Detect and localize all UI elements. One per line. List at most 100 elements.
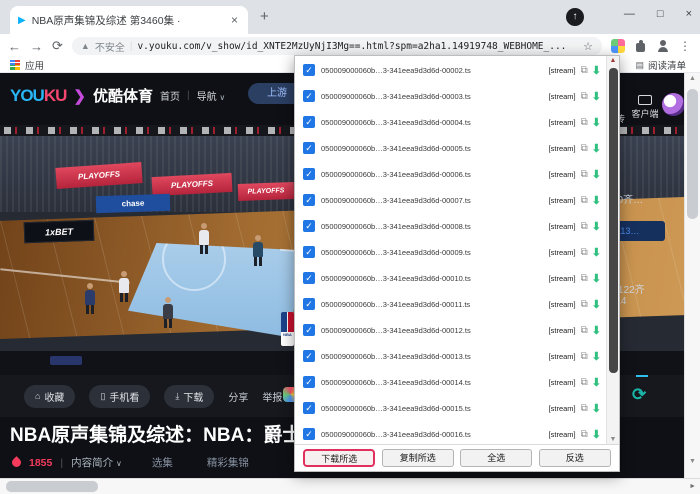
popup-scrollbar[interactable]: ▲ ▼ — [606, 56, 619, 444]
checkbox-checked[interactable]: ✓ — [303, 194, 315, 206]
file-list-row[interactable]: ✓ 050009000060b…3-341eea9d3d6d-00013.ts … — [295, 343, 606, 369]
popup-scroll-thumb[interactable] — [609, 68, 618, 373]
download-arrow-icon[interactable]: ⬇ — [592, 350, 601, 363]
download-button[interactable]: ⤓ 下载 — [164, 385, 214, 408]
copy-icon[interactable]: ⧉ — [581, 65, 588, 76]
copy-icon[interactable]: ⧉ — [581, 325, 588, 336]
m3u8-extension-icon[interactable] — [611, 39, 625, 53]
popup-scroll-up-icon[interactable]: ▲ — [607, 57, 619, 64]
reload-button[interactable]: ⟳ — [52, 38, 63, 54]
checkbox-checked[interactable]: ✓ — [303, 168, 315, 180]
profile-icon[interactable] — [656, 39, 670, 53]
menu-dots-icon[interactable]: ⋮ — [679, 39, 692, 53]
security-label[interactable]: 不安全 — [95, 39, 125, 54]
copy-icon[interactable]: ⧉ — [581, 91, 588, 102]
checkbox-checked[interactable]: ✓ — [303, 116, 315, 128]
back-button[interactable]: ← — [8, 39, 21, 54]
file-list-row[interactable]: ✓ 050009000060b…3-341eea9d3d6d-00009.ts … — [295, 239, 606, 265]
forward-button[interactable]: → — [30, 39, 43, 54]
checkbox-checked[interactable]: ✓ — [303, 324, 315, 336]
copy-icon[interactable]: ⧉ — [581, 273, 588, 284]
download-arrow-icon[interactable]: ⬇ — [592, 142, 601, 155]
file-list-row[interactable]: ✓ 050009000060b…3-341eea9d3d6d-00008.ts … — [295, 213, 606, 239]
copy-icon[interactable]: ⧉ — [581, 169, 588, 180]
download-arrow-icon[interactable]: ⬇ — [592, 402, 601, 415]
site-brand[interactable]: 优酷体育 — [93, 85, 153, 106]
watch-on-phone-button[interactable]: ▯ 手机看 — [89, 385, 150, 408]
horizontal-scrollbar[interactable]: ► — [0, 478, 700, 494]
checkbox-checked[interactable]: ✓ — [303, 350, 315, 362]
file-list-row[interactable]: ✓ 050009000060b…3-341eea9d3d6d-00016.ts … — [295, 421, 606, 444]
checkbox-checked[interactable]: ✓ — [303, 220, 315, 232]
tab-episodes[interactable]: 选集 — [152, 455, 173, 470]
file-list-row[interactable]: ✓ 050009000060b…3-341eea9d3d6d-00006.ts … — [295, 161, 606, 187]
copy-icon[interactable]: ⧉ — [581, 429, 588, 440]
download-arrow-icon[interactable]: ⬇ — [592, 428, 601, 441]
file-list-row[interactable]: ✓ 050009000060b…3-341eea9d3d6d-00005.ts … — [295, 135, 606, 161]
file-list-row[interactable]: ✓ 050009000060b…3-341eea9d3d6d-00004.ts … — [295, 109, 606, 135]
intro-toggle[interactable]: 内容简介 ∨ — [71, 455, 122, 470]
refresh-widget-icon[interactable]: ⟳ — [632, 385, 646, 405]
tab-close-icon[interactable]: × — [229, 13, 240, 27]
report-link[interactable]: 举报 — [262, 389, 282, 404]
download-arrow-icon[interactable]: ⬇ — [592, 324, 601, 337]
scroll-down-icon[interactable]: ▼ — [685, 458, 700, 465]
download-arrow-icon[interactable]: ⬇ — [592, 298, 601, 311]
download-arrow-icon[interactable]: ⬇ — [592, 116, 601, 129]
horizontal-scroll-thumb[interactable] — [6, 481, 98, 492]
checkbox-checked[interactable]: ✓ — [303, 246, 315, 258]
nav-home-link[interactable]: 首页 — [160, 88, 180, 103]
tab-highlights[interactable]: 精彩集锦 — [207, 455, 249, 470]
favorite-button[interactable]: ⌂ 收藏 — [24, 385, 75, 408]
checkbox-checked[interactable]: ✓ — [303, 64, 315, 76]
minimize-button[interactable]: — — [624, 8, 635, 20]
file-list-row[interactable]: ✓ 050009000060b…3-341eea9d3d6d-00010.ts … — [295, 265, 606, 291]
download-arrow-icon[interactable]: ⬇ — [592, 64, 601, 77]
file-list-row[interactable]: ✓ 050009000060b…3-341eea9d3d6d-00011.ts … — [295, 291, 606, 317]
copy-icon[interactable]: ⧉ — [581, 117, 588, 128]
maximize-button[interactable]: □ — [657, 8, 664, 20]
download-arrow-icon[interactable]: ⬇ — [592, 272, 601, 285]
client-download-button[interactable]: 客户端 — [628, 95, 662, 120]
download-selected-button[interactable]: 下载所选 — [303, 449, 375, 467]
checkbox-checked[interactable]: ✓ — [303, 298, 315, 310]
download-arrow-icon[interactable]: ⬇ — [592, 168, 601, 181]
checkbox-checked[interactable]: ✓ — [303, 90, 315, 102]
youku-logo[interactable]: YOUKU — [10, 86, 66, 106]
checkbox-checked[interactable]: ✓ — [303, 376, 315, 388]
download-arrow-icon[interactable]: ⬇ — [592, 194, 601, 207]
new-tab-button[interactable]: + — [260, 8, 269, 25]
checkbox-checked[interactable]: ✓ — [303, 402, 315, 414]
scroll-up-icon[interactable]: ▲ — [685, 75, 700, 82]
file-list-row[interactable]: ✓ 050009000060b…3-341eea9d3d6d-00014.ts … — [295, 369, 606, 395]
bookmark-star-icon[interactable]: ☆ — [583, 40, 593, 53]
file-list-row[interactable]: ✓ 050009000060b…3-341eea9d3d6d-00003.ts … — [295, 83, 606, 109]
url-text[interactable]: v.youku.com/v_show/id_XNTE2MzUyNjI3Mg==.… — [137, 41, 578, 52]
download-arrow-icon[interactable]: ⬇ — [592, 220, 601, 233]
invert-selection-button[interactable]: 反选 — [539, 449, 611, 467]
file-list-row[interactable]: ✓ 050009000060b…3-341eea9d3d6d-00007.ts … — [295, 187, 606, 213]
user-avatar[interactable] — [662, 93, 685, 116]
browser-tab[interactable]: ▶ NBA原声集锦及综述 第3460集 · × — [10, 6, 248, 34]
apps-grid-icon[interactable] — [10, 60, 20, 70]
copy-icon[interactable]: ⧉ — [581, 299, 588, 310]
address-bar[interactable]: ▲ 不安全 | v.youku.com/v_show/id_XNTE2MzUyN… — [72, 37, 602, 55]
file-list-row[interactable]: ✓ 050009000060b…3-341eea9d3d6d-00015.ts … — [295, 395, 606, 421]
share-link[interactable]: 分享 — [228, 389, 248, 404]
file-list-row[interactable]: ✓ 050009000060b…3-341eea9d3d6d-00002.ts … — [295, 57, 606, 83]
apps-label[interactable]: 应用 — [25, 58, 44, 72]
download-arrow-icon[interactable]: ⬇ — [592, 90, 601, 103]
copy-icon[interactable]: ⧉ — [581, 247, 588, 258]
close-button[interactable]: × — [686, 8, 692, 20]
vertical-scroll-thumb[interactable] — [687, 89, 698, 219]
download-arrow-icon[interactable]: ⬇ — [592, 376, 601, 389]
checkbox-checked[interactable]: ✓ — [303, 428, 315, 440]
nav-menu-link[interactable]: 导航 ∨ — [197, 88, 226, 103]
reading-list-button[interactable]: ▤ 阅读清单 — [635, 58, 686, 72]
select-all-button[interactable]: 全选 — [460, 449, 532, 467]
copy-icon[interactable]: ⧉ — [581, 351, 588, 362]
copy-icon[interactable]: ⧉ — [581, 377, 588, 388]
copy-icon[interactable]: ⧉ — [581, 403, 588, 414]
extensions-puzzle-icon[interactable] — [634, 40, 647, 53]
file-list-row[interactable]: ✓ 050009000060b…3-341eea9d3d6d-00012.ts … — [295, 317, 606, 343]
